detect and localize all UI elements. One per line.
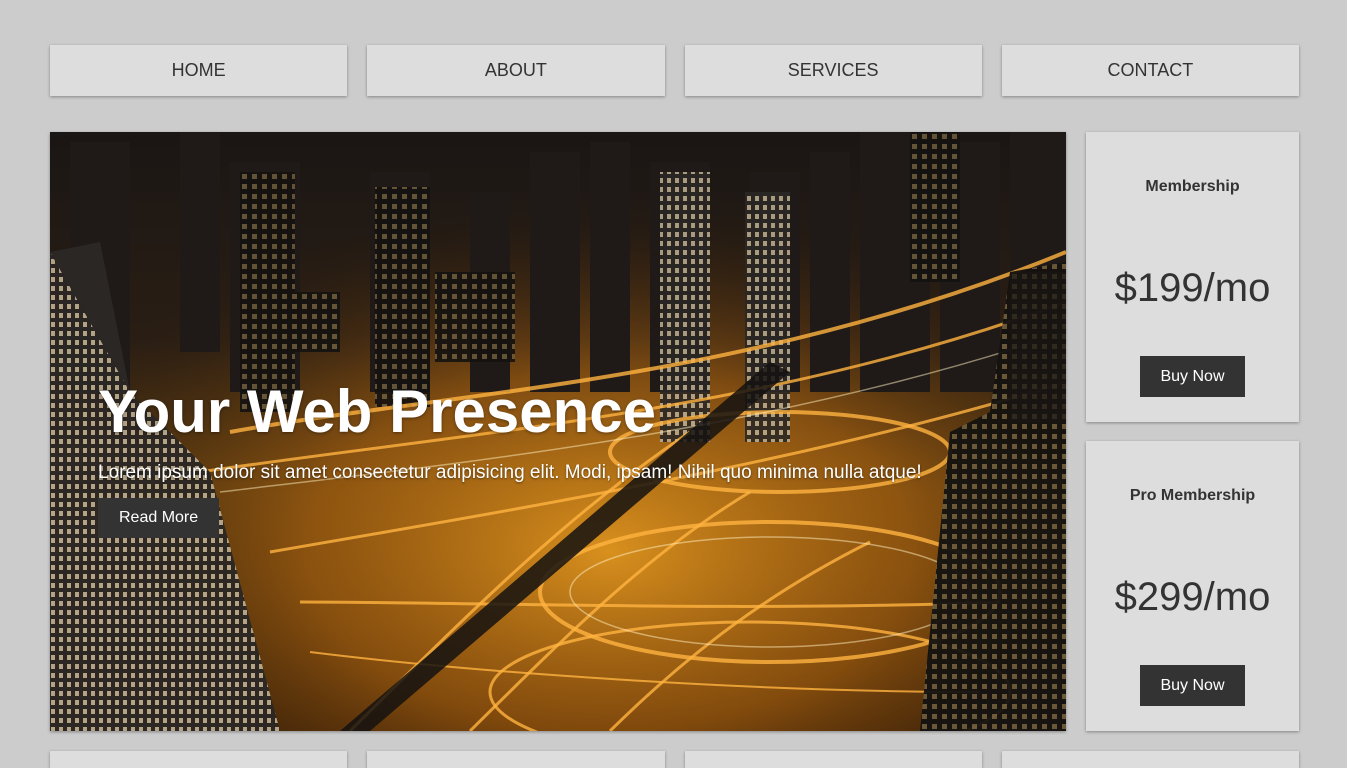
bottom-box	[50, 751, 348, 768]
plan-price: $299/mo	[1114, 575, 1271, 619]
plan-name: Pro Membership	[1129, 487, 1256, 504]
buy-now-button[interactable]: Buy Now	[1140, 665, 1245, 706]
hero-content: Your Web Presence Lorem ipsum dolor sit …	[98, 376, 1028, 538]
hero-section: Your Web Presence Lorem ipsum dolor sit …	[50, 132, 1066, 731]
plan-card-pro-membership: Pro Membership $299/mo Buy Now	[1086, 441, 1299, 731]
hero-title: Your Web Presence	[98, 378, 656, 445]
bottom-box	[684, 751, 982, 768]
main-nav: HOME ABOUT SERVICES CONTACT	[50, 45, 1299, 96]
plan-card-membership: Membership $199/mo Buy Now	[1086, 132, 1299, 422]
plan-price: $199/mo	[1114, 266, 1271, 310]
nav-home[interactable]: HOME	[50, 45, 348, 96]
bottom-boxes	[50, 751, 1299, 768]
buy-now-button[interactable]: Buy Now	[1140, 356, 1245, 397]
nav-contact[interactable]: CONTACT	[1001, 45, 1299, 96]
bottom-box	[1001, 751, 1299, 768]
nav-services[interactable]: SERVICES	[684, 45, 982, 96]
read-more-button[interactable]: Read More	[98, 498, 220, 538]
hero-description: Lorem ipsum dolor sit amet consectetur a…	[98, 462, 922, 483]
plan-name: Membership	[1145, 178, 1240, 195]
nav-about[interactable]: ABOUT	[367, 45, 665, 96]
bottom-box	[367, 751, 665, 768]
